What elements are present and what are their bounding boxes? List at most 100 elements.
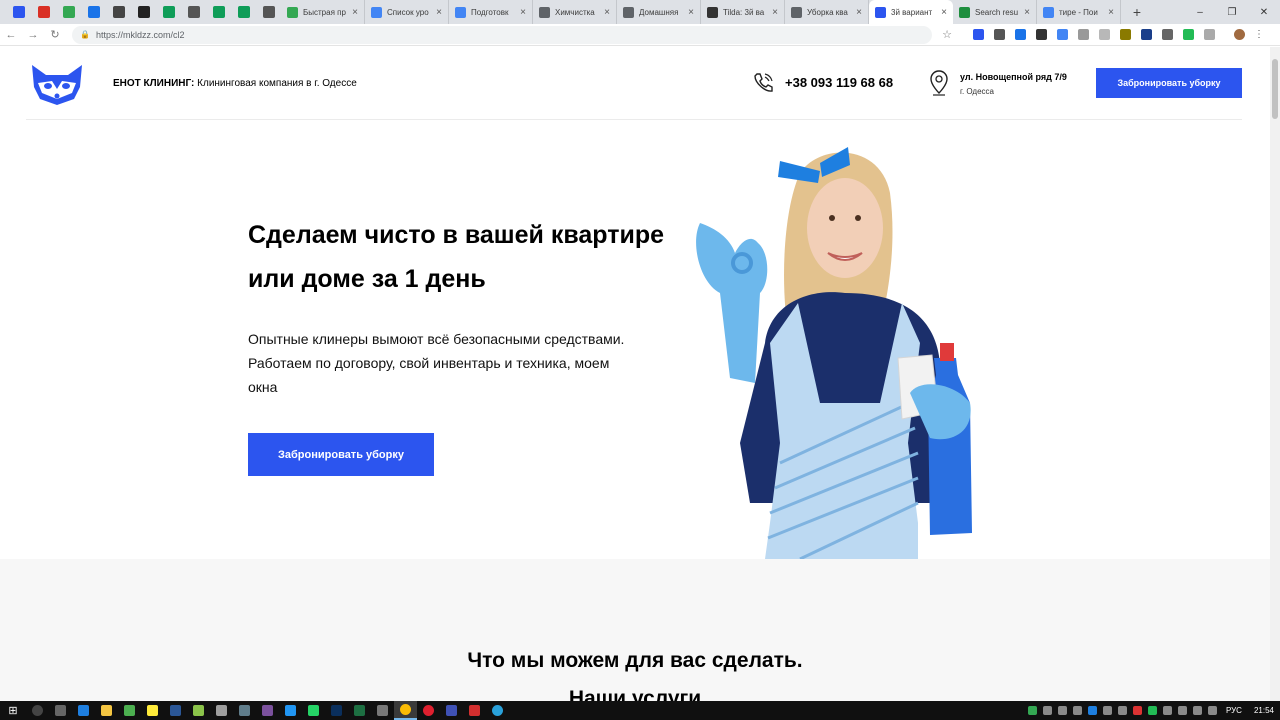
tray-icon[interactable]	[1132, 706, 1142, 715]
minimize-button[interactable]: –	[1184, 7, 1216, 18]
tray-icon[interactable]	[1027, 706, 1037, 715]
extension-icon[interactable]	[1141, 29, 1152, 40]
taskbar-app-opera-icon[interactable]	[417, 701, 440, 720]
tray-icon[interactable]	[1042, 706, 1052, 715]
windows-start-icon[interactable]: ⊞	[0, 704, 26, 717]
taskbar-app-icon[interactable]	[141, 701, 164, 720]
browser-tab[interactable]: Подготовк ×	[449, 0, 533, 24]
volume-icon[interactable]	[1072, 706, 1082, 715]
taskbar-app-icon[interactable]	[118, 701, 141, 720]
extension-icon[interactable]	[994, 29, 1005, 40]
page-scrollbar[interactable]	[1270, 47, 1280, 701]
url-bar[interactable]: 🔒 https://mkldzz.com/cl2	[72, 25, 932, 44]
extension-icon[interactable]	[1204, 29, 1215, 40]
extension-icon[interactable]	[1078, 29, 1089, 40]
bluetooth-icon[interactable]	[1177, 706, 1187, 715]
tray-icon[interactable]	[1117, 706, 1127, 715]
taskbar-app-chrome-icon[interactable]	[394, 701, 417, 720]
pinned-tab[interactable]	[6, 0, 31, 24]
close-tab-icon[interactable]: ×	[688, 7, 694, 18]
extension-icon[interactable]	[1162, 29, 1173, 40]
task-view-icon[interactable]	[49, 701, 72, 720]
tray-icon[interactable]	[1102, 706, 1112, 715]
taskbar-app-icon[interactable]	[279, 701, 302, 720]
pinned-tab[interactable]	[256, 0, 281, 24]
profile-avatar[interactable]	[1234, 29, 1245, 40]
browser-tab[interactable]: Быстрая пр ×	[281, 0, 365, 24]
tray-icon[interactable]	[1147, 706, 1157, 715]
pinned-tab[interactable]	[231, 0, 256, 24]
extension-icon[interactable]	[1183, 29, 1194, 40]
close-window-button[interactable]: ✕	[1248, 7, 1280, 18]
browser-tab[interactable]: Химчистка ×	[533, 0, 617, 24]
close-tab-icon[interactable]: ×	[772, 7, 778, 18]
pinned-tab[interactable]	[56, 0, 81, 24]
taskbar-app-icon[interactable]	[187, 701, 210, 720]
reload-icon[interactable]: ↻	[44, 28, 66, 41]
close-tab-icon[interactable]: ×	[1024, 7, 1030, 18]
taskbar-app-icon[interactable]	[233, 701, 256, 720]
taskbar-app-viber-icon[interactable]	[256, 701, 279, 720]
extension-icon[interactable]	[1015, 29, 1026, 40]
scrollbar-thumb[interactable]	[1272, 59, 1278, 119]
restore-button[interactable]: ❐	[1216, 7, 1248, 18]
close-tab-icon[interactable]: ×	[856, 7, 862, 18]
taskbar-app-edge-icon[interactable]	[72, 701, 95, 720]
taskbar-app-icon[interactable]	[440, 701, 463, 720]
hero-book-cleaning-button[interactable]: Забронировать уборку	[248, 433, 434, 476]
browser-tab[interactable]: Домашняя ×	[617, 0, 701, 24]
browser-tab[interactable]: Search resu ×	[953, 0, 1037, 24]
new-tab-button[interactable]: +	[1125, 4, 1149, 20]
browser-tab[interactable]: Уборка ква ×	[785, 0, 869, 24]
taskbar-app-telegram-icon[interactable]	[486, 701, 509, 720]
close-tab-icon[interactable]: ×	[941, 7, 947, 18]
close-tab-icon[interactable]: ×	[352, 7, 358, 18]
clock[interactable]: 21:54	[1254, 706, 1274, 715]
pinned-tab[interactable]	[181, 0, 206, 24]
bookmark-star-icon[interactable]: ☆	[936, 28, 958, 41]
phone-number[interactable]: +38 093 119 68 68	[785, 75, 893, 90]
pinned-tab[interactable]	[131, 0, 156, 24]
extension-icon[interactable]	[1099, 29, 1110, 40]
taskbar-app-icon[interactable]	[210, 701, 233, 720]
extension-icon[interactable]	[1120, 29, 1131, 40]
pinned-tab[interactable]	[156, 0, 181, 24]
webpage: ЕНОТ КЛИНИНГ: Клининговая компания в г. …	[0, 47, 1270, 701]
raccoon-logo[interactable]	[28, 61, 86, 107]
tray-icon[interactable]	[1192, 706, 1202, 715]
browser-tab[interactable]: тире - Пои ×	[1037, 0, 1121, 24]
browser-tab[interactable]: Список уро ×	[365, 0, 449, 24]
forward-icon[interactable]: →	[22, 29, 44, 41]
close-tab-icon[interactable]: ×	[520, 7, 526, 18]
header-book-cleaning-button[interactable]: Забронировать уборку	[1096, 68, 1242, 98]
taskbar-app-explorer-icon[interactable]	[95, 701, 118, 720]
close-tab-icon[interactable]: ×	[1108, 7, 1114, 18]
extension-icon[interactable]	[1057, 29, 1068, 40]
pinned-tab[interactable]	[31, 0, 56, 24]
tray-icon[interactable]	[1087, 706, 1097, 715]
extension-icon[interactable]	[1036, 29, 1047, 40]
taskbar-app-excel-icon[interactable]	[348, 701, 371, 720]
taskbar-app-icon[interactable]	[371, 701, 394, 720]
close-tab-icon[interactable]: ×	[604, 7, 610, 18]
pinned-tab[interactable]	[81, 0, 106, 24]
taskbar-app-word-icon[interactable]	[164, 701, 187, 720]
extension-icon[interactable]	[973, 29, 984, 40]
tray-icon[interactable]	[1057, 706, 1067, 715]
pinned-tab-favicon-icon	[212, 6, 225, 18]
tray-icon[interactable]	[1162, 706, 1172, 715]
taskbar-app-whatsapp-icon[interactable]	[302, 701, 325, 720]
language-indicator[interactable]: РУС	[1226, 706, 1242, 715]
browser-tab[interactable]: 3й вариант ×	[869, 0, 953, 24]
pinned-tab[interactable]	[206, 0, 231, 24]
taskbar-app-icon[interactable]	[463, 701, 486, 720]
windows-taskbar: ⊞ РУС 21:54	[0, 701, 1280, 720]
menu-icon[interactable]: ⋮	[1254, 29, 1264, 40]
taskbar-app-photoshop-icon[interactable]	[325, 701, 348, 720]
browser-tab[interactable]: Tilda: 3й ва ×	[701, 0, 785, 24]
search-icon[interactable]	[26, 701, 49, 720]
pinned-tab[interactable]	[106, 0, 131, 24]
network-icon[interactable]	[1207, 706, 1217, 715]
back-icon[interactable]: ←	[0, 29, 22, 41]
close-tab-icon[interactable]: ×	[436, 7, 442, 18]
